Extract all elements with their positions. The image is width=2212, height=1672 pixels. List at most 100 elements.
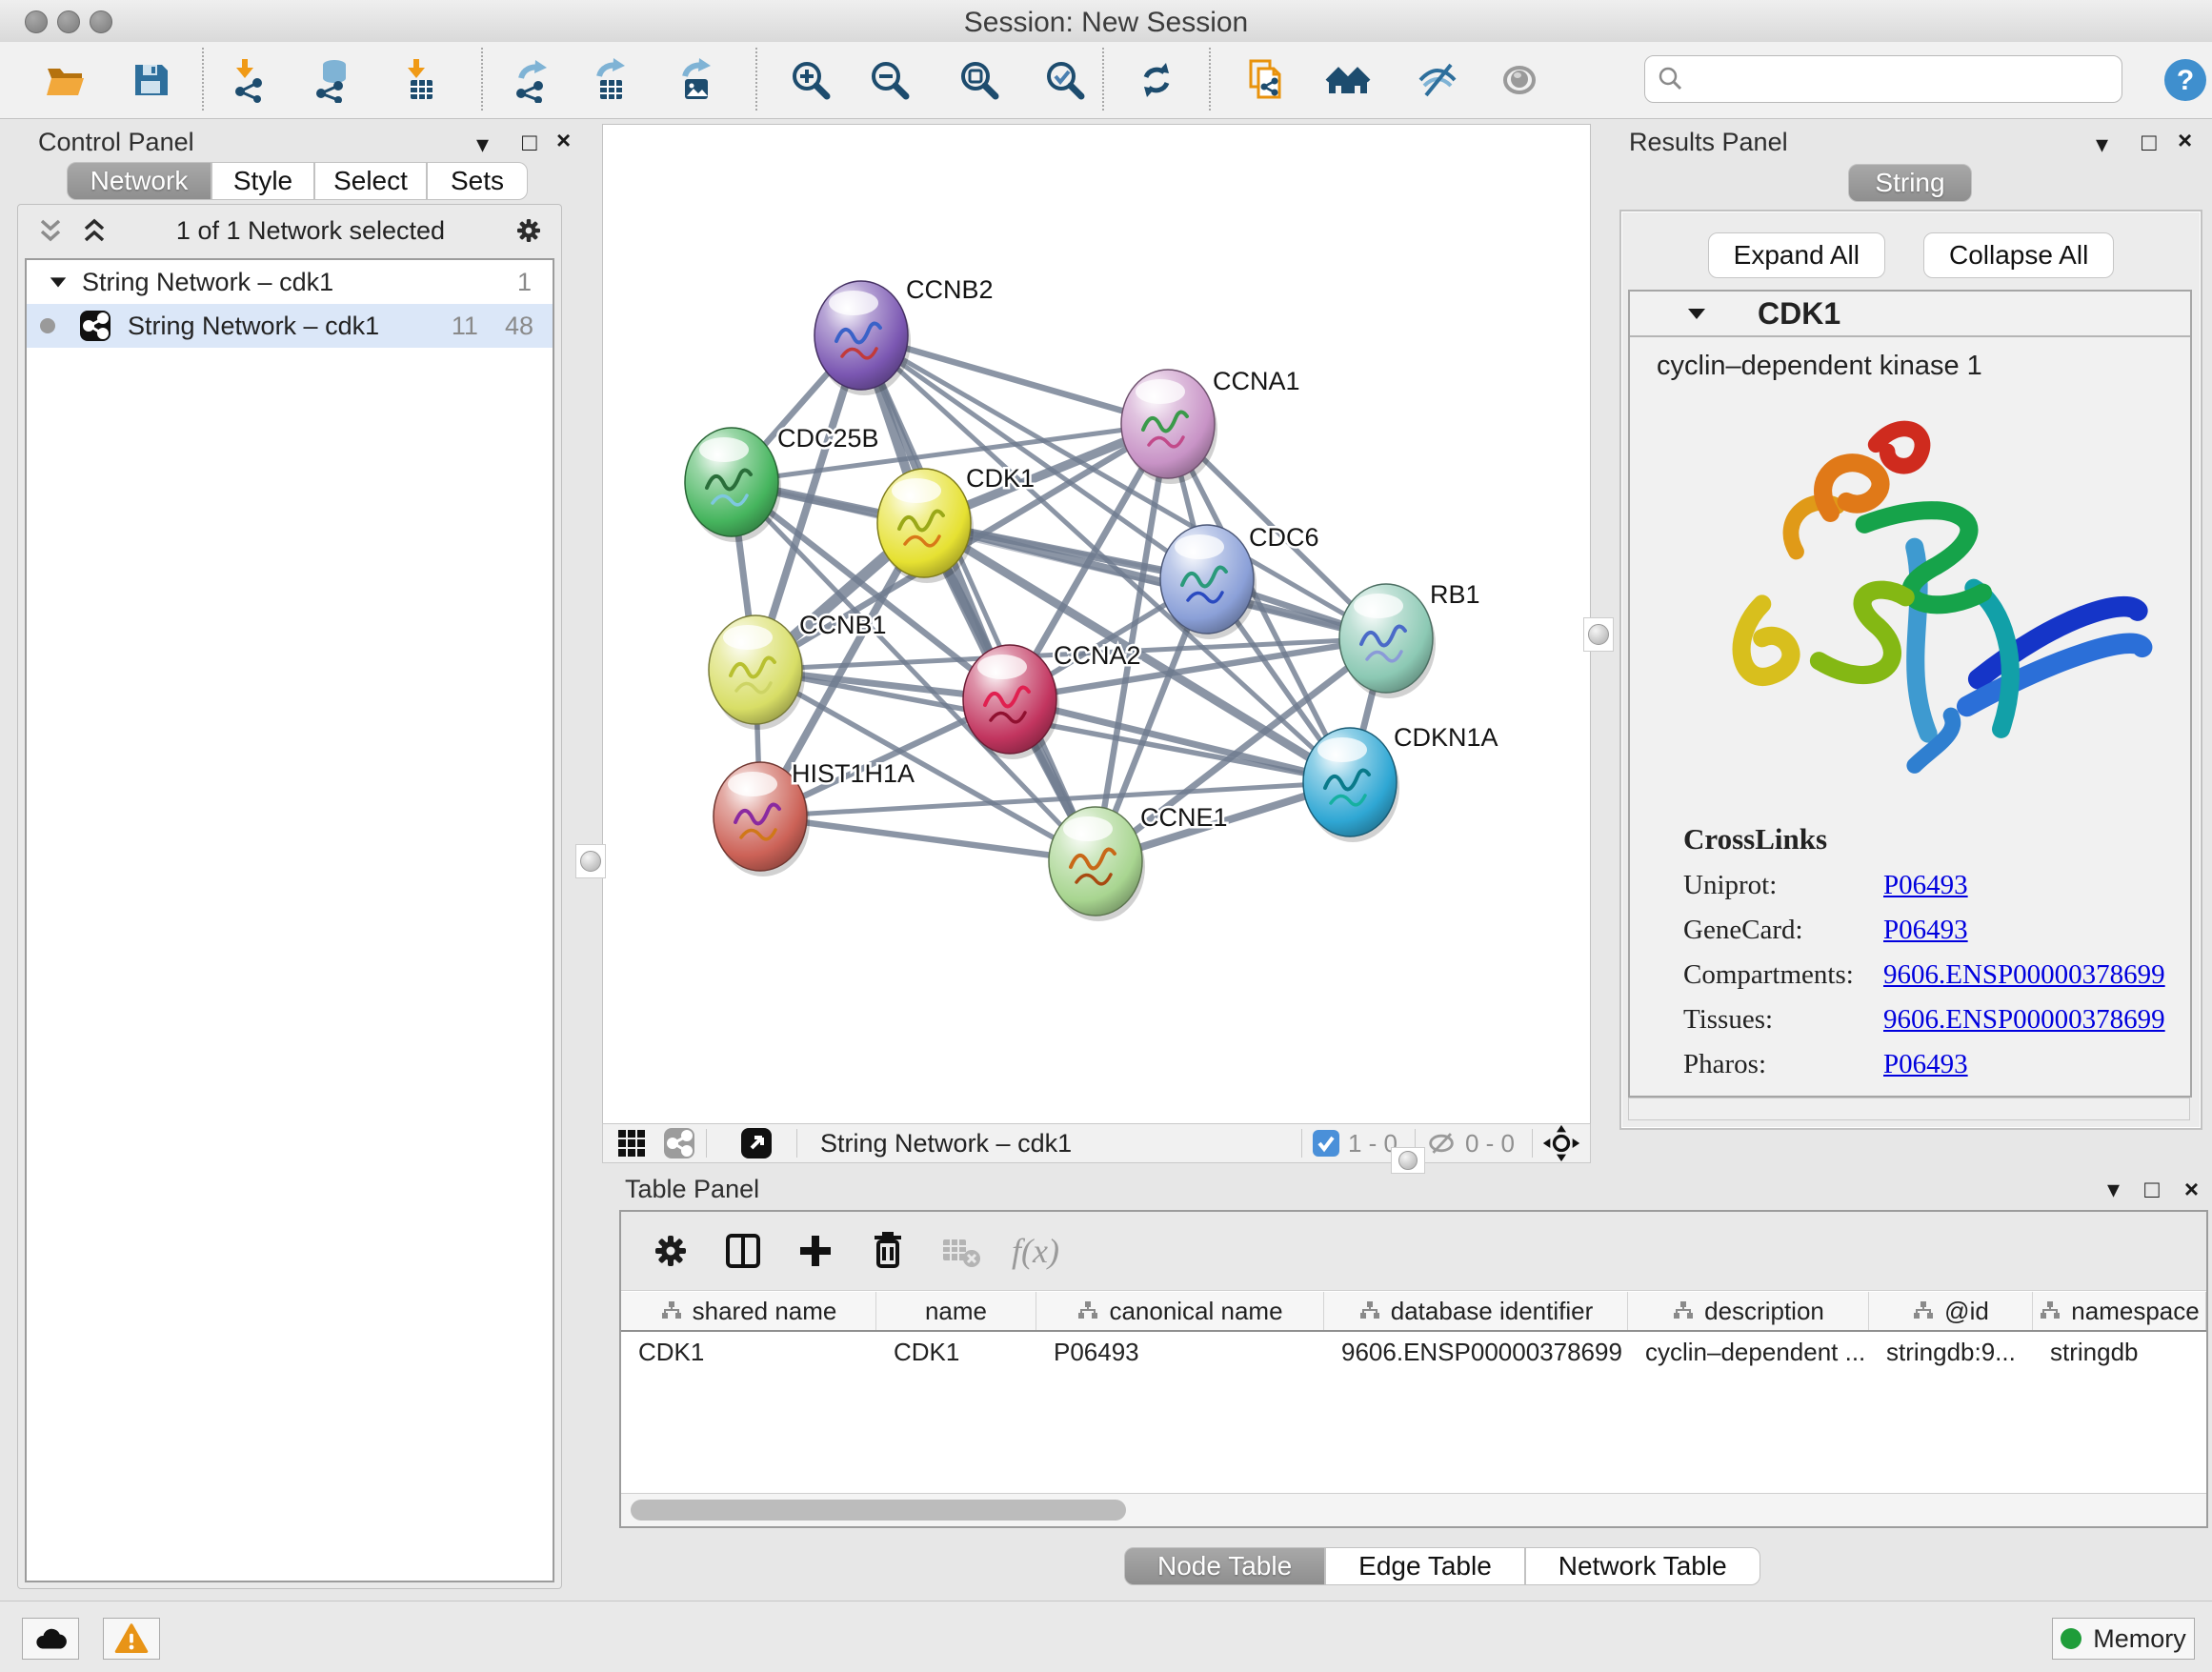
tab-select[interactable]: Select — [314, 162, 427, 200]
refresh-layout-icon[interactable] — [1134, 57, 1179, 103]
network-node-RB1[interactable] — [1339, 584, 1436, 698]
memory-button[interactable]: Memory — [2052, 1618, 2195, 1660]
gene-expander-icon[interactable] — [1685, 302, 1708, 325]
zoom-fit-icon[interactable] — [956, 57, 1002, 103]
cell-shared-name[interactable]: CDK1 — [621, 1332, 876, 1372]
network-share-view-icon[interactable] — [662, 1126, 696, 1160]
control-panel-float-icon[interactable]: □ — [522, 130, 537, 154]
tab-network[interactable]: Network — [67, 162, 211, 200]
cloud-status-button[interactable] — [22, 1618, 79, 1660]
selected-nodes-checkbox-icon[interactable] — [1312, 1129, 1340, 1158]
hidden-elements-eye-icon[interactable] — [1425, 1127, 1458, 1159]
cell-namespace[interactable]: stringdb — [2033, 1332, 2206, 1372]
cell-description[interactable]: cyclin–dependent ... — [1628, 1332, 1869, 1372]
crosslink-link[interactable]: P06493 — [1883, 870, 1968, 901]
results-panel-menu-icon[interactable]: ▾ — [2096, 131, 2108, 156]
results-panel-float-icon[interactable]: □ — [2142, 130, 2157, 154]
home-networks-icon[interactable] — [1325, 57, 1371, 103]
tab-edge-table[interactable]: Edge Table — [1325, 1547, 1525, 1585]
hide-unhide-icon[interactable] — [1415, 57, 1460, 103]
export-image-icon[interactable] — [674, 57, 719, 103]
tab-node-table[interactable]: Node Table — [1124, 1547, 1325, 1585]
warning-status-button[interactable] — [103, 1618, 160, 1660]
column-header-shared-name[interactable]: shared name — [621, 1292, 876, 1330]
create-column-icon[interactable] — [793, 1228, 838, 1274]
network-node-CDK1[interactable] — [877, 469, 974, 583]
collapse-all-networks-icon[interactable] — [35, 215, 66, 246]
import-network-file-icon[interactable] — [227, 57, 272, 103]
network-collection-row[interactable]: String Network – cdk1 1 — [27, 260, 553, 304]
node-label-CCNA1: CCNA1 — [1213, 367, 1300, 395]
birds-eye-navigator-icon[interactable] — [1542, 1124, 1580, 1162]
export-network-icon[interactable] — [510, 57, 555, 103]
show-columns-icon[interactable] — [720, 1228, 766, 1274]
export-table-icon[interactable] — [588, 57, 633, 103]
crosslink-link[interactable]: 9606.ENSP00000378699 — [1883, 959, 2165, 991]
gene-header-row[interactable]: CDK1 — [1630, 292, 2190, 337]
table-row[interactable]: CDK1CDK1P064939606.ENSP00000378699cyclin… — [621, 1332, 2206, 1372]
column-header-canonical-name[interactable]: canonical name — [1036, 1292, 1324, 1330]
table-options-gear-icon[interactable] — [648, 1228, 694, 1274]
search-input[interactable] — [1693, 59, 2122, 99]
zoom-selected-icon[interactable] — [1042, 57, 1088, 103]
delete-column-icon[interactable] — [865, 1228, 911, 1274]
network-node-CDKN1A[interactable] — [1303, 728, 1399, 842]
cell-canonical-name[interactable]: P06493 — [1036, 1332, 1324, 1372]
control-panel-menu-icon[interactable]: ▾ — [476, 131, 489, 156]
help-icon[interactable]: ? — [2162, 57, 2208, 103]
results-scrollbar-track[interactable] — [1628, 1098, 2190, 1120]
tab-network-table[interactable]: Network Table — [1525, 1547, 1760, 1585]
import-network-database-icon[interactable] — [310, 57, 355, 103]
column-header-namespace[interactable]: namespace — [2033, 1292, 2206, 1330]
table-panel-menu-icon[interactable]: ▾ — [2107, 1177, 2120, 1201]
status-bar: Memory — [0, 1601, 2212, 1672]
open-session-icon[interactable] — [42, 57, 88, 103]
cell-name[interactable]: CDK1 — [876, 1332, 1036, 1372]
table-hscrollbar-track[interactable] — [621, 1493, 2206, 1526]
tab-sets[interactable]: Sets — [427, 162, 528, 200]
network-node-CCNE1[interactable] — [1049, 807, 1145, 921]
toolbar-separator — [706, 1129, 707, 1158]
zoom-in-icon[interactable] — [788, 57, 834, 103]
new-network-from-file-icon[interactable] — [1243, 57, 1289, 103]
network-options-gear-icon[interactable] — [512, 213, 546, 248]
table-hscrollbar-thumb[interactable] — [631, 1500, 1126, 1521]
cell-database-identifier[interactable]: 9606.ENSP00000378699 — [1324, 1332, 1628, 1372]
network-view-canvas[interactable]: CCNB2CCNA1CDC25BCDK1CDC6RB1CCNB1CCNA2CDK… — [602, 124, 1591, 1124]
grid-view-icon[interactable] — [614, 1126, 649, 1160]
column-header--id[interactable]: @id — [1869, 1292, 2033, 1330]
collection-expander-icon[interactable] — [48, 272, 69, 292]
expand-all-button[interactable]: Expand All — [1708, 232, 1885, 278]
table-panel-close-icon[interactable]: × — [2184, 1177, 2199, 1201]
import-table-icon[interactable] — [398, 57, 444, 103]
column-header-description[interactable]: description — [1628, 1292, 1869, 1330]
network-row[interactable]: String Network – cdk1 11 48 — [27, 304, 553, 348]
open-in-window-icon[interactable] — [739, 1126, 774, 1160]
toolbar-separator — [1209, 48, 1211, 111]
collapse-all-button[interactable]: Collapse All — [1923, 232, 2114, 278]
control-panel-close-icon[interactable]: × — [556, 128, 571, 152]
show-graphics-details-icon[interactable] — [1497, 57, 1542, 103]
expand-all-networks-icon[interactable] — [79, 215, 110, 246]
network-edge-HIST1H1A-CCNE1[interactable] — [760, 816, 1096, 861]
svg-text:?: ? — [2177, 65, 2194, 96]
network-node-CCNA1[interactable] — [1121, 370, 1217, 484]
column-header-name[interactable]: name — [876, 1292, 1036, 1330]
table-panel-float-icon[interactable]: □ — [2144, 1177, 2160, 1201]
crosslink-link[interactable]: 9606.ENSP00000378699 — [1883, 1004, 2165, 1036]
zoom-out-icon[interactable] — [867, 57, 913, 103]
network-node-CCNA2[interactable] — [963, 645, 1059, 759]
results-panel-close-icon[interactable]: × — [2178, 128, 2192, 152]
crosslink-link[interactable]: P06493 — [1883, 915, 1968, 946]
column-header-database-identifier[interactable]: database identifier — [1324, 1292, 1628, 1330]
crosslink-label: GeneCard: — [1683, 915, 1883, 946]
tab-string[interactable]: String — [1848, 164, 1972, 202]
cell--id[interactable]: stringdb:9... — [1869, 1332, 2033, 1372]
node-label-CCNA2: CCNA2 — [1054, 641, 1141, 670]
left-splitter-handle[interactable] — [575, 844, 606, 878]
network-node-CCNB2[interactable] — [814, 281, 911, 395]
tab-style[interactable]: Style — [211, 162, 314, 200]
toolbar-separator — [202, 48, 204, 111]
save-session-icon[interactable] — [128, 57, 173, 103]
crosslink-link[interactable]: P06493 — [1883, 1049, 1968, 1080]
